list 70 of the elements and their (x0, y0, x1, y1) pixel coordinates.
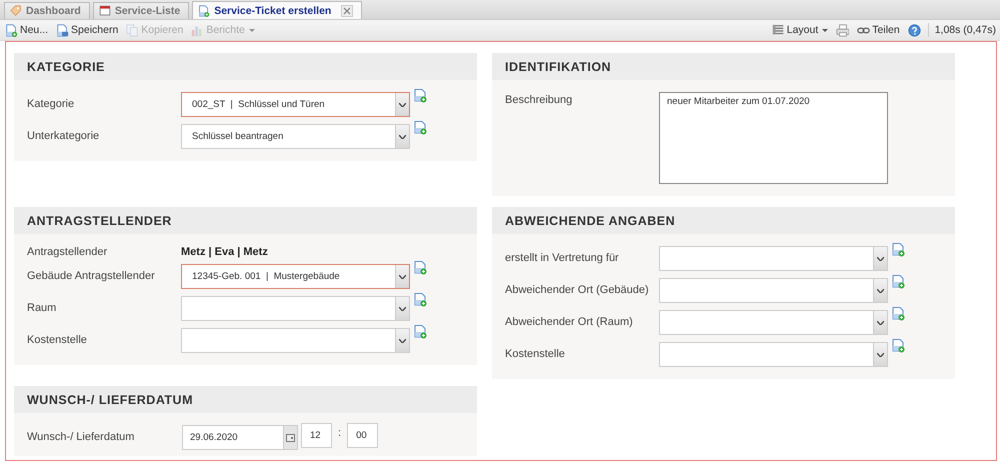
chevron-icon (877, 288, 884, 292)
time-separator: : (338, 426, 342, 439)
help-icon (908, 24, 921, 36)
calendar-icon (286, 434, 295, 442)
section-title: ABWEICHENDE ANGABEN (505, 214, 676, 228)
field-label: Unterkategorie (27, 129, 100, 142)
dropdown-field[interactable]: 002_ST | Schlüssel und Türen (181, 92, 410, 117)
chevron-icon (399, 134, 406, 138)
toolbar-button[interactable]: Speichern (55, 21, 120, 39)
tab[interactable]: Service-Liste (92, 2, 190, 19)
section-title: ANTRAGSTELLENDER (27, 214, 172, 228)
add-document-icon (414, 261, 427, 275)
add-document-icon (414, 293, 427, 307)
chevron-icon (877, 320, 884, 324)
chevron-icon (399, 274, 406, 278)
field-label: Wunsch-/ Lieferdatum (27, 430, 136, 443)
chevron-icon (399, 338, 406, 342)
document-icon (98, 5, 111, 17)
minute-field[interactable]: 00 (347, 423, 378, 448)
dropdown-field[interactable] (659, 310, 888, 335)
add-document-icon (414, 121, 427, 135)
section-title: KATEGORIE (27, 60, 105, 74)
add-document-icon (414, 325, 427, 339)
layout-icon (772, 24, 785, 36)
tag-icon (10, 5, 22, 17)
chevron-icon (877, 352, 884, 356)
hour-field[interactable]: 12 (301, 423, 332, 448)
dropdown-field[interactable] (659, 342, 888, 367)
value-text: Metz | Eva | Metz (181, 246, 268, 258)
new-document-icon (198, 4, 210, 16)
dropdown-field[interactable] (659, 246, 888, 271)
dropdown-field[interactable]: 12345-Geb. 001 | Mustergebäude (181, 264, 410, 289)
text-area[interactable]: neuer Mitarbeiter zum 01.07.2020 (659, 92, 888, 184)
add-document-icon (892, 307, 905, 321)
chevron-icon (399, 306, 406, 310)
field-label: Abweichender Ort (Gebäude) (505, 283, 650, 296)
field-label: Kostenstelle (505, 347, 566, 360)
field-label: Kostenstelle (27, 333, 88, 346)
field-label: Beschreibung (505, 93, 574, 106)
add-document-icon (414, 89, 427, 103)
field-label: Gebäude Antragstellender (27, 269, 156, 282)
field-label: Abweichender Ort (Raum) (505, 315, 634, 328)
close-icon[interactable] (341, 4, 354, 16)
add-document-icon (892, 243, 905, 257)
dropdown-field[interactable]: Schlüssel beantragen (181, 124, 410, 149)
dropdown-field[interactable] (181, 328, 410, 353)
copy-icon (126, 24, 140, 36)
field-label: erstellt in Vertretung für (505, 251, 620, 264)
save-document-icon (56, 24, 70, 36)
add-document-icon (892, 339, 905, 353)
toolbar-button[interactable]: Teilen (856, 21, 901, 39)
section-title: IDENTIFIKATION (505, 60, 612, 74)
add-document-icon (892, 275, 905, 289)
chevron-icon (399, 102, 406, 106)
field-label: Antragstellender (27, 246, 108, 258)
printer-icon (836, 24, 850, 36)
field-label: Kategorie (27, 97, 76, 110)
timing-text: 1,08s (0,47s) (934, 24, 996, 36)
new-document-icon (5, 24, 18, 36)
tab[interactable]: Service-Ticket erstellen (192, 1, 362, 19)
date-field[interactable]: 29.06.2020 (182, 425, 298, 450)
field-label: Raum (27, 301, 58, 314)
toolbar-button[interactable]: Layout (770, 21, 830, 39)
chevron-icon (877, 256, 884, 260)
bar-chart-icon (191, 24, 204, 36)
dropdown-field[interactable] (181, 296, 410, 321)
section-title: WUNSCH-/ LIEFERDATUM (27, 392, 193, 406)
dropdown-field[interactable] (659, 278, 888, 303)
toolbar-button[interactable]: Neu... (4, 21, 50, 39)
tab[interactable]: Dashboard (4, 2, 90, 19)
